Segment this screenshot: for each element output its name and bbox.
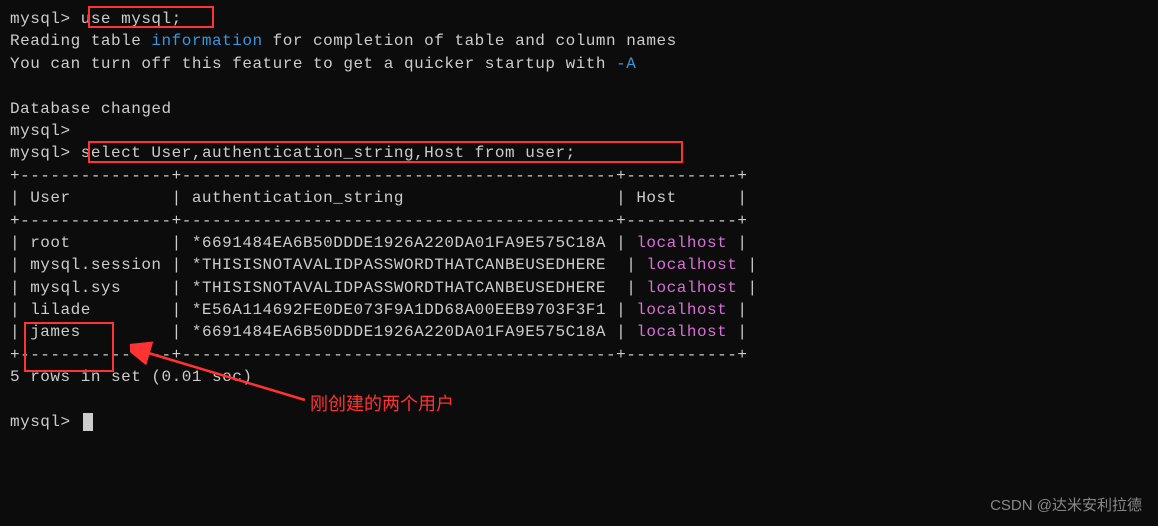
- terminal-line: You can turn off this feature to get a q…: [10, 53, 1148, 75]
- host-value: localhost: [646, 279, 737, 297]
- host-value: localhost: [636, 234, 727, 252]
- mysql-prompt: mysql>: [10, 10, 71, 28]
- host-value: localhost: [646, 256, 737, 274]
- table-row: | mysql.sys | *THISISNOTAVALIDPASSWORDTH…: [10, 277, 1148, 299]
- mysql-prompt: mysql>: [10, 144, 71, 162]
- table-row: | james | *6691484EA6B50DDDE1926A220DA01…: [10, 321, 1148, 343]
- table-border-mid: +---------------+-----------------------…: [10, 210, 1148, 232]
- mysql-prompt: mysql>: [10, 122, 71, 140]
- info-link: information: [151, 32, 262, 50]
- flag-a: -A: [616, 55, 636, 73]
- terminal-line: mysql> select User,authentication_string…: [10, 142, 1148, 164]
- terminal-blank: [10, 389, 1148, 411]
- table-header: | User | authentication_string | Host |: [10, 187, 1148, 209]
- table-border-bottom: +---------------+-----------------------…: [10, 344, 1148, 366]
- host-value: localhost: [636, 301, 727, 319]
- mysql-prompt: mysql>: [10, 413, 71, 431]
- terminal-blank: [10, 75, 1148, 97]
- terminal-line: mysql>: [10, 411, 1148, 433]
- table-border-top: +---------------+-----------------------…: [10, 165, 1148, 187]
- cursor-icon[interactable]: [83, 413, 93, 431]
- terminal-line: mysql>: [10, 120, 1148, 142]
- watermark: CSDN @达米安利拉德: [990, 495, 1142, 516]
- cmd-use-mysql: use mysql;: [81, 10, 182, 28]
- table-row: | lilade | *E56A114692FE0DE073F9A1DD68A0…: [10, 299, 1148, 321]
- terminal-line: Reading table information for completion…: [10, 30, 1148, 52]
- cmd-select: select User,authentication_string,Host f…: [81, 144, 576, 162]
- table-row: | root | *6691484EA6B50DDDE1926A220DA01F…: [10, 232, 1148, 254]
- host-value: localhost: [636, 323, 727, 341]
- table-row: | mysql.session | *THISISNOTAVALIDPASSWO…: [10, 254, 1148, 276]
- terminal-line: mysql> use mysql;: [10, 8, 1148, 30]
- db-changed: Database changed: [10, 98, 1148, 120]
- result-summary: 5 rows in set (0.01 sec): [10, 366, 1148, 388]
